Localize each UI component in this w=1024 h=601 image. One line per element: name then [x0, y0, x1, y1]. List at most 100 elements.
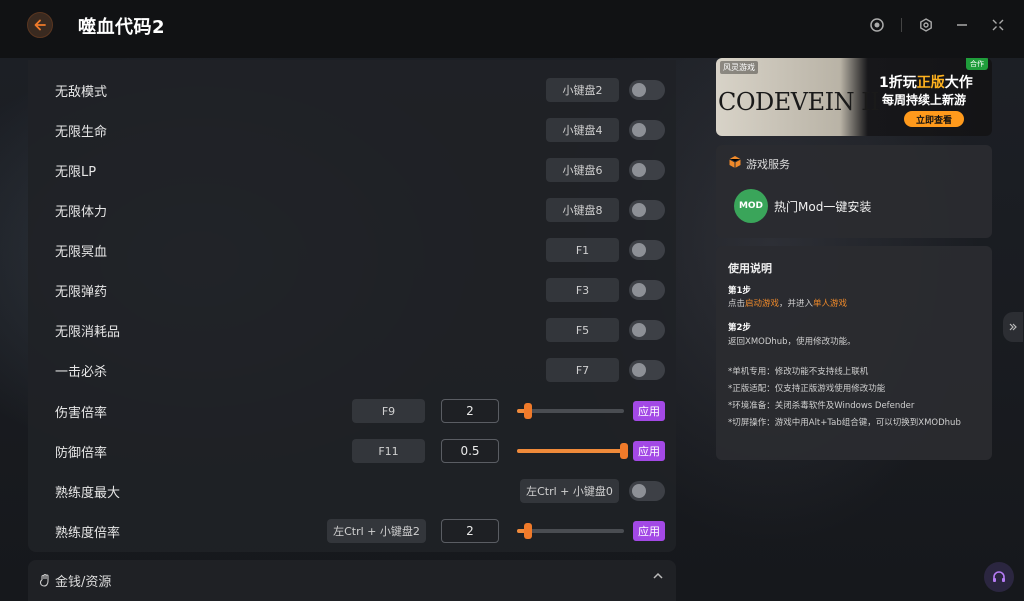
window-controls [865, 14, 1010, 36]
mod-icon-text: MOD [738, 201, 764, 211]
fullscreen-button[interactable] [986, 14, 1010, 36]
minimize-icon [957, 24, 967, 26]
promo-text-highlight: 正版 [916, 75, 945, 91]
hotkey-button[interactable]: F11 [352, 439, 425, 463]
hotkey-button[interactable]: 小键盘6 [546, 158, 619, 182]
promo-text-c: 大作 [944, 75, 973, 91]
cheat-row-infinite-consumables: 无限消耗品 F5 [28, 310, 676, 350]
toggle-knob [632, 283, 646, 297]
value-input[interactable]: 2 [441, 519, 499, 543]
apply-button[interactable]: 应用 [633, 441, 665, 461]
hotkey-button[interactable]: 左Ctrl + 小键盘0 [520, 479, 619, 503]
value-slider[interactable] [517, 443, 628, 459]
apply-button[interactable]: 应用 [633, 401, 665, 421]
hotkey-button[interactable]: 小键盘8 [546, 198, 619, 222]
step2-text: 返回XMODhub，使用修改功能。 [728, 337, 856, 347]
user-icon [870, 18, 884, 32]
cheat-row-infinite-ammo: 无限弹药 F3 [28, 270, 676, 310]
cheat-row-defense-multiplier: 防御倍率 F11 0.5 应用 [28, 431, 676, 471]
hotkey-button[interactable]: F5 [546, 318, 619, 342]
chevron-up-icon [653, 572, 663, 579]
minimize-button[interactable] [950, 14, 974, 36]
banner-tag: 合作 [966, 58, 988, 70]
cheat-toggle[interactable] [629, 80, 665, 100]
cheat-toggle[interactable] [629, 320, 665, 340]
banner-cta-button[interactable]: 立即查看 [904, 111, 964, 127]
apply-button[interactable]: 应用 [633, 521, 665, 541]
hotkey-button[interactable]: F7 [546, 358, 619, 382]
support-button[interactable] [984, 562, 1014, 592]
cheat-label: 无限消耗品 [55, 324, 121, 340]
cheat-toggle[interactable] [629, 280, 665, 300]
hand-icon [39, 573, 49, 587]
banner-headline: 1折玩正版大作 [879, 72, 973, 92]
value-slider[interactable] [517, 403, 624, 419]
cheat-label: 无限体力 [55, 204, 108, 220]
step1-title: 第1步 [728, 284, 751, 298]
back-button[interactable] [27, 12, 53, 38]
note-line: *正版适配：仅支持正版游戏使用修改功能 [728, 384, 886, 394]
cheat-row-god-mode: 无敌模式 小键盘2 [28, 70, 676, 110]
gear-icon [920, 18, 932, 32]
mod-install-link[interactable]: 热门Mod一键安装 [774, 198, 871, 215]
cheat-row-infinite-stamina: 无限体力 小键盘8 [28, 190, 676, 230]
cheat-label: 熟练度倍率 [55, 525, 121, 541]
hotkey-button[interactable]: F1 [546, 238, 619, 262]
note-line: *切屏操作：游戏中用Alt+Tab组合键，可以切换到XMODhub [728, 418, 961, 428]
cheat-label: 一击必杀 [55, 364, 108, 380]
launch-game-link[interactable]: 启动游戏 [745, 299, 779, 309]
cheat-label: 防御倍率 [55, 445, 108, 461]
cheat-label: 无限冥血 [55, 244, 108, 260]
cheat-row-proficiency-multiplier: 熟练度倍率 左Ctrl + 小键盘2 2 应用 [28, 511, 676, 551]
slider-thumb[interactable] [523, 403, 532, 419]
settings-button[interactable] [914, 14, 938, 36]
hotkey-button[interactable]: F3 [546, 278, 619, 302]
cheat-toggle[interactable] [629, 360, 665, 380]
step1-text: 点击启动游戏，并进入单人游戏 [728, 297, 847, 311]
title-bar: 噬血代码2 [0, 0, 1024, 58]
cheat-toggle[interactable] [629, 120, 665, 140]
game-service-card: 游戏服务 MOD 热门Mod一键安装 [716, 145, 992, 238]
game-logo: CODEVEIN II [718, 88, 880, 116]
cheat-label: 无限生命 [55, 124, 108, 140]
cheat-row-infinite-health: 无限生命 小键盘4 [28, 110, 676, 150]
cheat-toggle[interactable] [629, 200, 665, 220]
cheat-toggle[interactable] [629, 160, 665, 180]
step2-title: 第2步 [728, 321, 751, 335]
toggle-knob [632, 83, 646, 97]
hotkey-button[interactable]: 小键盘2 [546, 78, 619, 102]
cheat-row-one-hit-kill: 一击必杀 F7 [28, 350, 676, 390]
page-title: 噬血代码2 [78, 17, 166, 38]
divider [901, 18, 902, 32]
hotkey-button[interactable]: 小键盘4 [546, 118, 619, 142]
promo-banner[interactable]: 风灵游戏 合作 CODEVEIN II 1折玩正版大作 每周持续上新游 立即查看 [716, 58, 992, 136]
toggle-knob [632, 203, 646, 217]
cheat-row-infinite-haze: 无限冥血 F1 [28, 230, 676, 270]
toggle-knob [632, 363, 646, 377]
arrow-left-icon [34, 19, 46, 31]
hotkey-button[interactable]: 左Ctrl + 小键盘2 [327, 519, 426, 543]
value-slider[interactable] [517, 523, 624, 539]
toggle-knob [632, 163, 646, 177]
promo-text-a: 1折玩 [879, 75, 917, 91]
card-title: 游戏服务 [746, 158, 790, 171]
section-money-resources[interactable]: 金钱/资源 [28, 560, 676, 601]
slider-thumb[interactable] [523, 523, 532, 539]
cheat-row-damage-multiplier: 伤害倍率 F9 2 应用 [28, 391, 676, 431]
expand-sidebar-button[interactable] [1003, 312, 1023, 342]
cheat-toggle[interactable] [629, 481, 665, 501]
banner-brand: 风灵游戏 [720, 61, 758, 74]
collapse-arrows-icon [992, 19, 1004, 31]
toggle-knob [632, 123, 646, 137]
note-line: *单机专用：修改功能不支持线上联机 [728, 367, 869, 377]
user-button[interactable] [865, 14, 889, 36]
single-player-link[interactable]: 单人游戏 [813, 299, 847, 309]
value-input[interactable]: 2 [441, 399, 499, 423]
value-input[interactable]: 0.5 [441, 439, 499, 463]
headset-icon [993, 571, 1005, 582]
cheat-toggle[interactable] [629, 240, 665, 260]
cheat-row-infinite-lp: 无限LP 小键盘6 [28, 150, 676, 190]
slider-thumb[interactable] [620, 443, 628, 459]
step2-heading: 第2步 [728, 323, 751, 333]
hotkey-button[interactable]: F9 [352, 399, 425, 423]
